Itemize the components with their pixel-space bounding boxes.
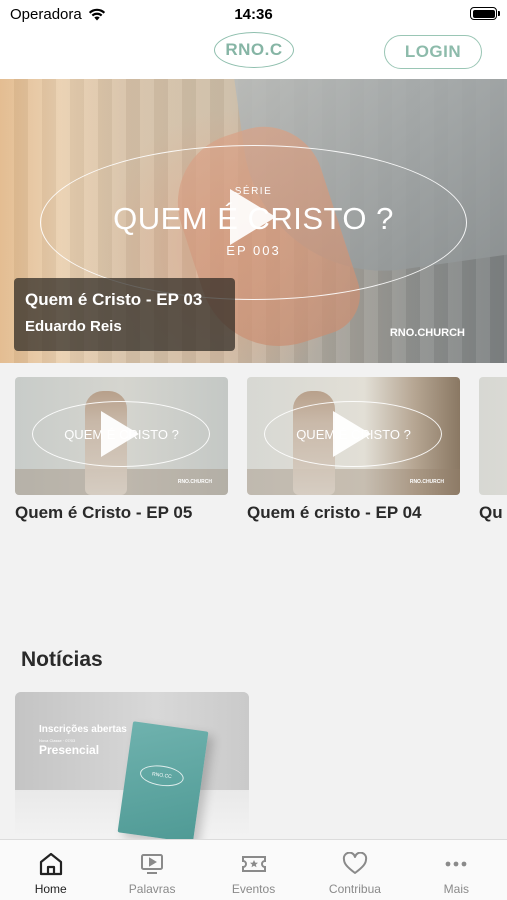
episode-card[interactable]: QUEM É CRISTO ? RNO.CHURCH Quem é Cristo… xyxy=(15,377,228,523)
news-card-book-image: RNO.CC xyxy=(117,721,209,842)
hero-series-title: QUEM É CRISTO ? xyxy=(113,201,394,236)
hero-brand-mark: RNO.CHURCH xyxy=(389,327,465,339)
tab-label: Contribua xyxy=(328,882,381,896)
hero-caption-card[interactable]: Quem é Cristo - EP 03 Eduardo Reis xyxy=(14,278,235,351)
play-icon[interactable] xyxy=(101,411,139,457)
episodes-carousel[interactable]: QUEM É CRISTO ? RNO.CHURCH Quem é Cristo… xyxy=(15,377,507,527)
app-header: RNO.C LOGIN xyxy=(0,30,507,79)
hero-card-title: Quem é Cristo - EP 03 xyxy=(25,290,203,309)
hero-banner[interactable]: SÉRIE QUEM É CRISTO ? EP 003 RNO.CHURCH … xyxy=(0,79,507,363)
bottom-tab-bar: Home Palavras Eventos Contribua Mais xyxy=(0,839,507,900)
app-logo[interactable]: RNO.C xyxy=(214,32,294,68)
book-logo: RNO.CC xyxy=(138,762,186,789)
news-card[interactable]: Inscrições abertas Nova Classe · 07/03 P… xyxy=(15,692,249,842)
episode-card[interactable]: Qu xyxy=(479,377,507,523)
episode-title[interactable]: Qu xyxy=(479,503,507,523)
tab-palavras[interactable]: Palavras xyxy=(101,840,202,900)
more-dots-icon xyxy=(445,861,467,867)
tab-contribua[interactable]: Contribua xyxy=(304,840,405,900)
episode-title[interactable]: Quem é Cristo - EP 05 xyxy=(15,503,228,523)
hero-episode-code: EP 003 xyxy=(226,243,281,258)
status-bar: Operadora 14:36 xyxy=(0,0,507,30)
tab-label: Mais xyxy=(443,882,469,896)
episode-title[interactable]: Quem é cristo - EP 04 xyxy=(247,503,460,523)
heart-icon xyxy=(342,852,368,874)
episode-thumbnail[interactable]: QUEM É CRISTO ? RNO.CHURCH xyxy=(15,377,228,495)
play-icon[interactable] xyxy=(333,411,371,457)
episode-card[interactable]: QUEM É CRISTO ? RNO.CHURCH Quem é cristo… xyxy=(247,377,460,523)
hero-card-speaker: Eduardo Reis xyxy=(25,318,122,335)
tab-label: Palavras xyxy=(128,882,176,896)
home-icon xyxy=(39,852,62,876)
login-button[interactable]: LOGIN xyxy=(384,35,482,69)
tab-eventos[interactable]: Eventos xyxy=(203,840,304,900)
episode-thumbnail[interactable] xyxy=(479,377,507,495)
hero-serie-label: SÉRIE xyxy=(234,186,273,197)
clock: 14:36 xyxy=(234,6,273,23)
tab-label: Eventos xyxy=(231,882,276,896)
tab-label: Home xyxy=(34,882,67,896)
tab-mais[interactable]: Mais xyxy=(406,840,507,900)
episode-thumbnail[interactable]: QUEM É CRISTO ? RNO.CHURCH xyxy=(247,377,460,495)
news-card-tagline: Presencial xyxy=(39,743,100,757)
tab-home[interactable]: Home xyxy=(0,840,101,900)
episode-thumbnail-brand: RNO.CHURCH xyxy=(177,479,212,485)
news-section-title: Notícias xyxy=(21,648,103,671)
news-card-headline: Inscrições abertas xyxy=(39,724,127,735)
battery-icon xyxy=(470,7,500,20)
play-screen-icon xyxy=(141,854,164,874)
ticket-star-icon xyxy=(241,856,266,872)
episode-thumbnail-brand: RNO.CHURCH xyxy=(409,479,444,485)
